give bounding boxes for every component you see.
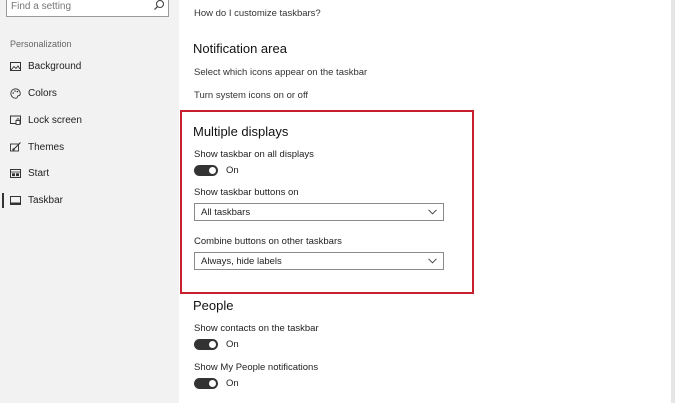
dropdown-value: All taskbars [201,207,251,218]
sidebar-item-label: Themes [28,142,65,153]
sidebar-item-background[interactable]: Background [0,55,179,79]
taskbar-icon [10,196,21,205]
sidebar-item-label: Start [28,168,50,179]
palette-icon [10,88,21,99]
sidebar-item-themes[interactable]: Themes [0,136,179,160]
window-edge [671,0,675,403]
toggle-state: On [226,339,239,350]
combine-buttons-dropdown[interactable]: Always, hide labels [194,252,444,270]
chevron-down-icon [428,258,437,264]
show-contacts-toggle[interactable] [194,339,218,350]
sidebar-heading: Personalization [10,39,72,49]
buttons-on-dropdown[interactable]: All taskbars [194,203,444,221]
notification-area-title: Notification area [193,41,287,56]
sidebar-item-label: Taskbar [28,195,64,206]
combine-buttons-label: Combine buttons on other taskbars [194,236,342,247]
people-notifications-label: Show My People notifications [194,362,319,373]
search-input[interactable] [11,0,151,14]
multiple-displays-title: Multiple displays [193,124,289,139]
people-title: People [193,298,234,313]
sidebar-item-label: Colors [28,88,57,99]
sidebar-item-colors[interactable]: Colors [0,82,179,106]
toggle-state: On [226,165,239,176]
sidebar-item-label: Background [28,61,82,72]
buttons-on-label: Show taskbar buttons on [194,187,299,198]
dropdown-value: Always, hide labels [201,256,282,267]
toggle-knob [209,167,216,174]
lock-screen-icon [10,115,21,125]
show-contacts-label: Show contacts on the taskbar [194,323,319,334]
sidebar-item-taskbar[interactable]: Taskbar [0,189,179,213]
toggle-state: On [226,378,239,389]
active-indicator [2,193,4,208]
toggle-knob [209,341,216,348]
chevron-down-icon [428,209,437,215]
search-icon[interactable] [153,0,165,11]
select-icons-link[interactable]: Select which icons appear on the taskbar [194,67,367,78]
sidebar-item-lock-screen[interactable]: Lock screen [0,109,179,133]
sidebar: Personalization Background Colors Lock s… [0,0,179,403]
system-icons-link[interactable]: Turn system icons on or off [194,90,308,101]
people-notifications-toggle[interactable] [194,378,218,389]
start-menu-icon [10,169,21,178]
show-all-displays-toggle[interactable] [194,165,218,176]
search-box[interactable] [6,0,169,17]
sidebar-item-label: Lock screen [28,115,82,126]
themes-brush-icon [10,142,21,152]
sidebar-item-start[interactable]: Start [0,162,179,186]
customize-taskbars-link[interactable]: How do I customize taskbars? [194,8,321,19]
image-icon [10,62,21,71]
toggle-knob [209,380,216,387]
show-all-displays-label: Show taskbar on all displays [194,149,314,160]
